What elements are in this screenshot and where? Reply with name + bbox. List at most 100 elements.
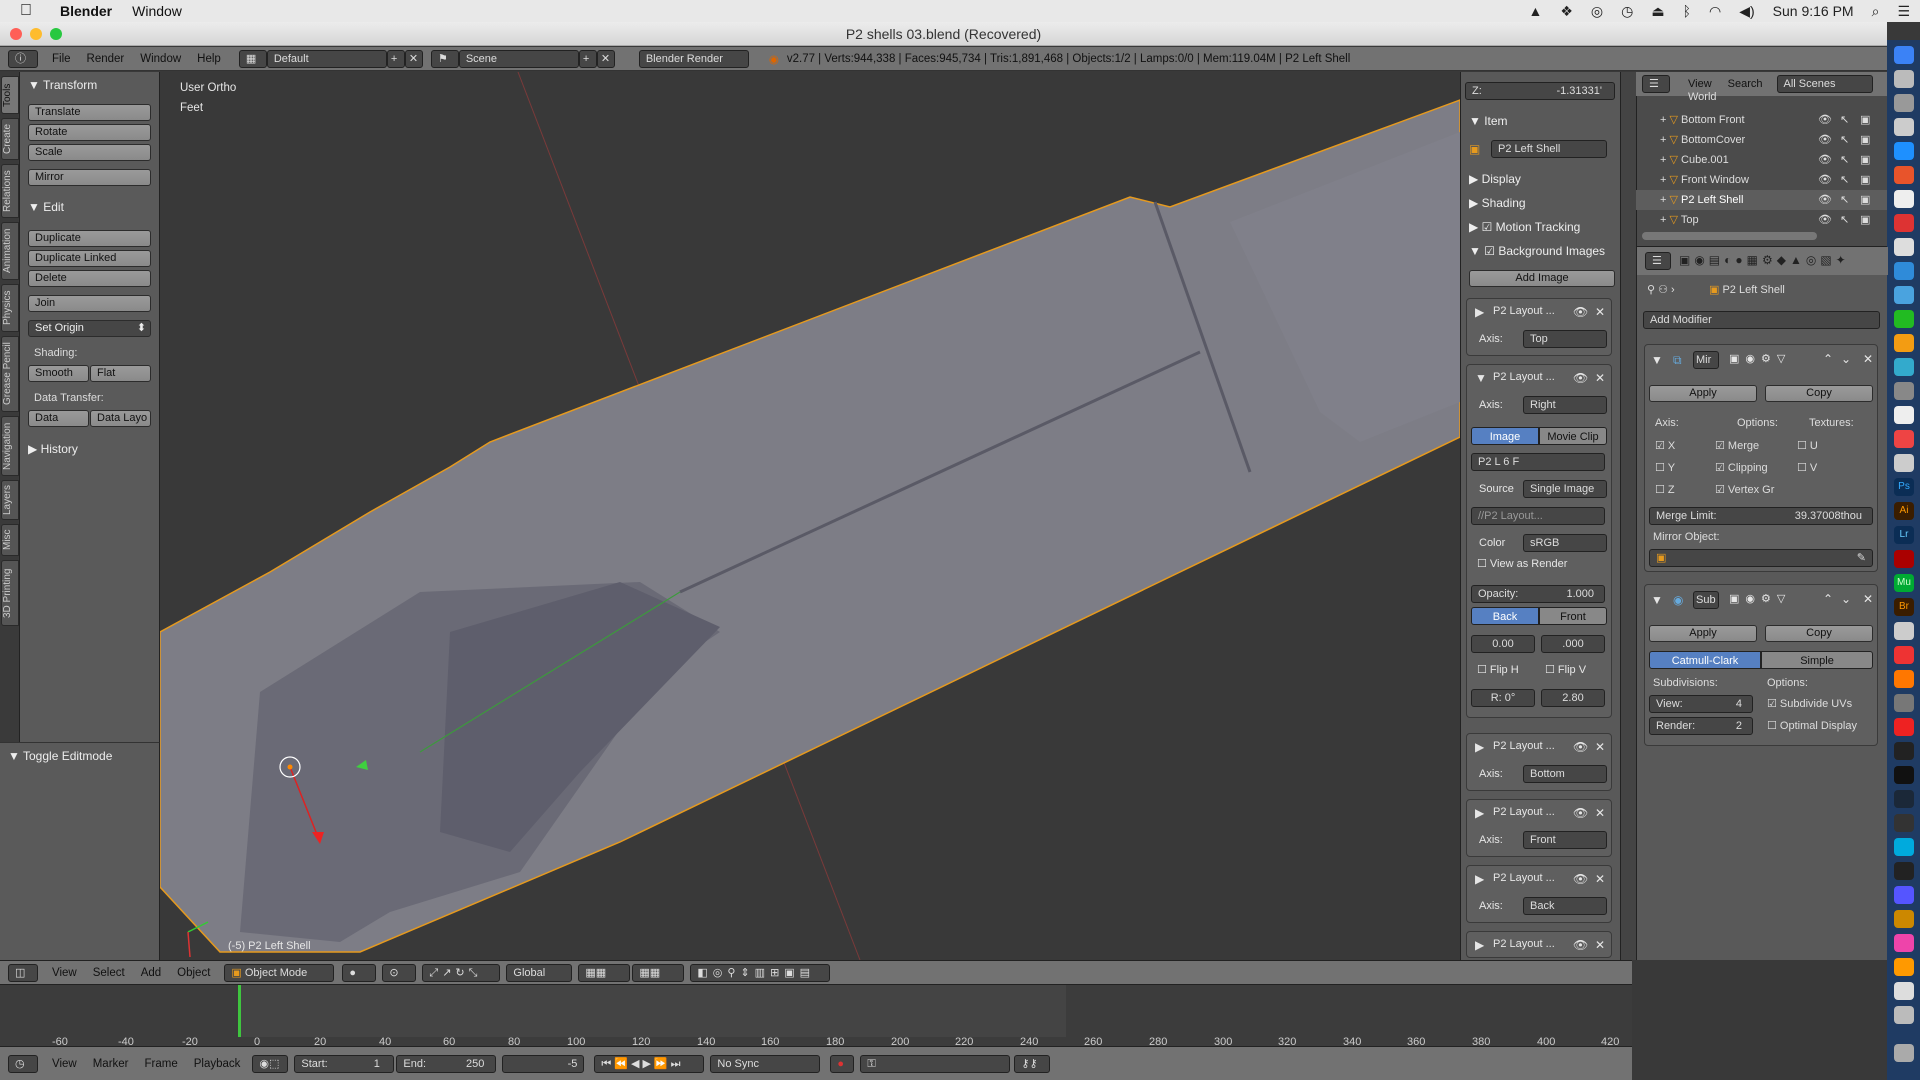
close-window-button[interactable] <box>10 28 22 40</box>
collapse-icon[interactable]: ▼ <box>1475 371 1487 385</box>
data-button[interactable]: Data <box>28 410 89 427</box>
rotation-field[interactable]: R: 0° <box>1471 689 1535 707</box>
npanel-scrollbar[interactable] <box>1620 72 1636 960</box>
layout-select[interactable]: Default <box>266 49 387 68</box>
front-toggle[interactable]: Front <box>1539 607 1607 625</box>
eye-icon[interactable]: 👁 <box>1818 130 1832 150</box>
system-prefs-icon[interactable] <box>1894 94 1914 112</box>
tab-3d-printing[interactable]: 3D Printing <box>1 560 19 626</box>
select-menu[interactable]: Select <box>93 967 125 979</box>
cursor-icon[interactable]: ↖ <box>1840 150 1849 170</box>
current-frame-line[interactable] <box>238 985 241 1037</box>
duplicate-button[interactable]: Duplicate <box>28 230 151 247</box>
move-down-icon[interactable]: ⌄ <box>1841 352 1851 366</box>
eye-icon[interactable]: 👁 <box>1818 190 1832 210</box>
duplicate-linked-button[interactable]: Duplicate Linked <box>28 250 151 267</box>
image-datablock[interactable]: P2 L 6 F <box>1471 453 1605 471</box>
move-up-icon[interactable]: ⌃ <box>1823 592 1833 606</box>
manipulator-toggles[interactable]: ⤢↗↻⤡ <box>422 963 501 982</box>
keying-set-field[interactable]: ⚿ <box>860 1054 1011 1073</box>
scene-select[interactable]: Scene <box>458 49 579 68</box>
properties-editor-icon[interactable]: ☰ <box>1645 252 1671 270</box>
object-menu[interactable]: Object <box>177 967 210 979</box>
app-icon[interactable] <box>1894 622 1914 640</box>
axis-select[interactable]: Right <box>1523 396 1607 414</box>
keynote-icon[interactable] <box>1894 358 1914 376</box>
muse-icon[interactable]: Mu <box>1894 574 1914 592</box>
app-menu[interactable]: Blender <box>60 3 112 19</box>
flip-v-checkbox[interactable]: ☐ Flip V <box>1545 663 1586 676</box>
eye-icon[interactable]: 👁 <box>1573 740 1588 754</box>
marker-menu[interactable]: Marker <box>93 1058 129 1070</box>
remove-icon[interactable]: ✕ <box>1595 938 1605 952</box>
record-button[interactable]: ● <box>830 1054 855 1073</box>
tab-relations[interactable]: Relations <box>1 164 19 218</box>
merge-limit-field[interactable]: Merge Limit: 39.37008thou <box>1649 507 1873 525</box>
add-modifier-dropdown[interactable]: Add Modifier <box>1643 311 1880 329</box>
display-panel-header[interactable]: ▶ Display <box>1469 172 1521 186</box>
eye-icon[interactable]: 👁 <box>1573 872 1588 886</box>
bg-image-item[interactable]: ▶ P2 Layout ... 👁 ✕ <box>1466 931 1612 958</box>
tab-tools[interactable]: Tools <box>1 76 19 114</box>
drive-icon[interactable]: ▲ <box>1529 3 1543 19</box>
steam-icon[interactable] <box>1894 790 1914 808</box>
background-images-header[interactable]: ▼ ☑ Background Images <box>1469 244 1605 258</box>
expand-icon[interactable]: ▶ <box>1475 938 1484 952</box>
join-button[interactable]: Join <box>28 295 151 312</box>
render-icon[interactable]: ▣ <box>1860 110 1870 130</box>
preview-icon[interactable] <box>1894 406 1914 424</box>
movie-clip-tab[interactable]: Movie Clip <box>1539 427 1607 445</box>
cursor-icon[interactable]: ↖ <box>1840 170 1849 190</box>
render-menu[interactable]: Render <box>87 53 125 65</box>
smooth-button[interactable]: Smooth <box>28 365 89 382</box>
current-frame-field[interactable]: -5 <box>502 1054 585 1073</box>
cursor-icon[interactable]: ↖ <box>1840 130 1849 150</box>
set-origin-dropdown[interactable]: Set Origin ⬍ <box>28 320 151 337</box>
outliner-item[interactable]: + ▽ BottomCover 👁 ↖ ▣ <box>1636 130 1887 150</box>
collapse-icon[interactable]: ▼ <box>1651 353 1663 367</box>
remove-icon[interactable]: ✕ <box>1595 740 1605 754</box>
tab-create[interactable]: Create <box>1 118 19 160</box>
acrobat-icon[interactable] <box>1894 550 1914 568</box>
preview-range-toggle[interactable]: ◉⬚ <box>252 1054 289 1073</box>
modifier-visibility-icons[interactable]: ▣◉⚙▽ <box>1729 592 1791 605</box>
texture-u-checkbox[interactable]: ☐ U <box>1797 439 1818 452</box>
context-tabs-icons[interactable]: ▣◉▤◐●▦⚙◆▲◎▧✦ <box>1679 253 1850 267</box>
outliner-item[interactable]: + ▽ Front Window 👁 ↖ ▣ <box>1636 170 1887 190</box>
copy-button[interactable]: Copy <box>1765 385 1873 402</box>
expand-icon[interactable]: + <box>1660 154 1666 166</box>
edit-panel-header[interactable]: ▼ Edit <box>28 200 64 214</box>
render-icon[interactable]: ▣ <box>1860 130 1870 150</box>
dropbox-icon[interactable]: ❖ <box>1560 3 1573 20</box>
outliner-item[interactable]: + ▽ Cube.001 👁 ↖ ▣ <box>1636 150 1887 170</box>
outliner-filter-select[interactable]: All Scenes <box>1776 75 1873 93</box>
item-panel-header[interactable]: ▼ Item <box>1469 114 1508 128</box>
bg-image-item[interactable]: ▶ P2 Layout ... 👁 ✕ Axis: Front <box>1466 799 1612 857</box>
app-icon[interactable] <box>1894 958 1914 976</box>
expand-icon[interactable]: ▶ <box>1475 872 1484 886</box>
scene-icon[interactable]: ⚑ <box>430 49 459 68</box>
view-as-render-checkbox[interactable]: ☐ View as Render <box>1477 557 1567 570</box>
axis-select[interactable]: Top <box>1523 330 1607 348</box>
expand-icon[interactable]: + <box>1660 174 1666 186</box>
pin-icon[interactable]: ⚲ ⚇ › <box>1647 283 1675 296</box>
axis-z-checkbox[interactable]: ☐ Z <box>1655 483 1675 496</box>
render-icon[interactable]: ▣ <box>1860 190 1870 210</box>
cursor-icon[interactable]: ↖ <box>1840 110 1849 130</box>
render-levels-field[interactable]: Render: 2 <box>1649 717 1753 735</box>
modifier-name-field[interactable]: Mir <box>1693 351 1719 369</box>
subdivide-uvs-checkbox[interactable]: ☑ Subdivide UVs <box>1767 697 1852 710</box>
outliner-view-menu[interactable]: View <box>1688 78 1712 90</box>
view-levels-field[interactable]: View: 4 <box>1649 695 1753 713</box>
mirror-object-field[interactable]: ▣ ✎ <box>1649 549 1873 567</box>
clipping-checkbox[interactable]: ☑ Clipping <box>1715 461 1768 474</box>
texture-v-checkbox[interactable]: ☐ V <box>1797 461 1817 474</box>
move-up-icon[interactable]: ⌃ <box>1823 352 1833 366</box>
cursor-icon[interactable]: ↖ <box>1840 190 1849 210</box>
remove-icon[interactable]: ✕ <box>1595 806 1605 820</box>
filepath-field[interactable]: //P2 Layout... <box>1471 507 1605 525</box>
remove-icon[interactable]: ✕ <box>1595 371 1605 385</box>
layout-icon[interactable]: ▦ <box>238 49 267 68</box>
app-icon[interactable] <box>1894 454 1914 472</box>
opacity-slider[interactable]: Opacity: 1.000 <box>1471 585 1605 603</box>
